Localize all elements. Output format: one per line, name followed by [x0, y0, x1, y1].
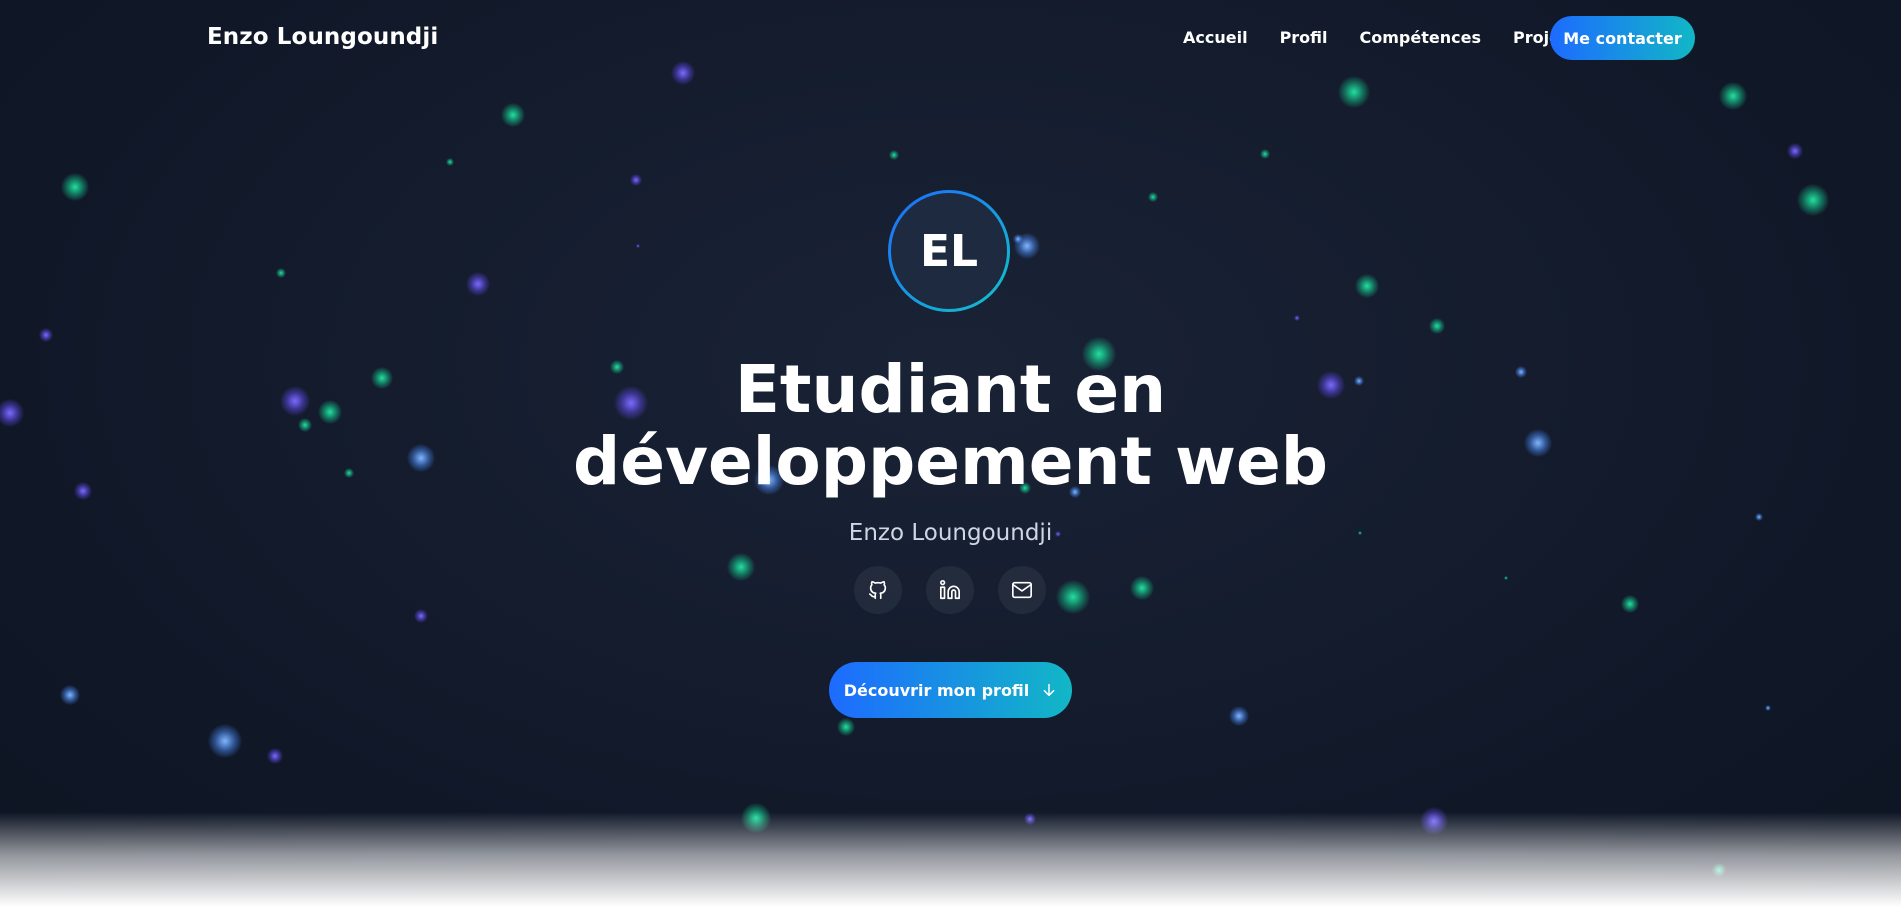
- nav-links: Accueil Profil Compétences Projets: [1183, 28, 1609, 47]
- particle-dot: [1355, 274, 1379, 298]
- particle-dot: [1260, 149, 1270, 159]
- particle-dot: [501, 103, 525, 127]
- mail-icon: [1012, 581, 1032, 599]
- linkedin-icon: [940, 580, 960, 600]
- github-icon: [868, 580, 887, 600]
- particle-dot: [60, 685, 80, 705]
- particle-dot: [889, 150, 899, 160]
- particle-dot: [727, 553, 755, 581]
- hero-headline-line1: Etudiant en: [734, 351, 1167, 428]
- particle-dot: [1420, 807, 1448, 835]
- particle-dot: [1148, 192, 1158, 202]
- particle-dot: [1229, 706, 1249, 726]
- particle-dot: [1787, 143, 1803, 159]
- particle-dot: [1056, 580, 1090, 614]
- particle-dot: [1130, 576, 1154, 600]
- particle-dot: [1013, 234, 1023, 244]
- hero-subtitle: Enzo Loungoundji: [848, 520, 1053, 546]
- particle-dot: [630, 174, 642, 186]
- avatar: EL: [888, 190, 1010, 312]
- linkedin-link[interactable]: [926, 566, 974, 614]
- particle-dot: [1504, 576, 1508, 580]
- particle-dot: [837, 718, 855, 736]
- particle-dot: [466, 272, 490, 296]
- arrow-down-icon: [1043, 683, 1055, 697]
- nav-link-competences[interactable]: Compétences: [1360, 28, 1481, 47]
- particle-dot: [1719, 82, 1747, 110]
- github-link[interactable]: [854, 566, 902, 614]
- nav-link-profil[interactable]: Profil: [1280, 28, 1328, 47]
- particle-dot: [1024, 813, 1036, 825]
- contact-button[interactable]: Me contacter: [1550, 16, 1695, 60]
- particle-dot: [267, 748, 283, 764]
- particle-dot: [1338, 76, 1370, 108]
- particle-dot: [1294, 315, 1300, 321]
- particle-dot: [61, 173, 89, 201]
- particle-dot: [636, 244, 640, 248]
- particle-dot: [208, 724, 242, 758]
- nav-link-accueil[interactable]: Accueil: [1183, 28, 1248, 47]
- social-links: [854, 566, 1046, 614]
- discover-profile-button[interactable]: Découvrir mon profil: [829, 662, 1072, 718]
- page: Enzo Loungoundji Accueil Profil Compéten…: [0, 0, 1901, 907]
- particle-dot: [1712, 863, 1726, 877]
- discover-profile-label: Découvrir mon profil: [843, 680, 1030, 700]
- email-link[interactable]: [998, 566, 1046, 614]
- particle-dot: [1797, 184, 1829, 216]
- particle-dot: [741, 803, 771, 833]
- avatar-initials: EL: [891, 193, 1007, 309]
- top-nav: Enzo Loungoundji Accueil Profil Compéten…: [0, 0, 1901, 78]
- brand-logo[interactable]: Enzo Loungoundji: [207, 24, 438, 50]
- particle-dot: [1621, 595, 1639, 613]
- hero-headline-line2: développement web: [572, 423, 1329, 500]
- particle-dot: [1765, 705, 1771, 711]
- particle-dot: [276, 268, 286, 278]
- particle-dot: [39, 328, 53, 342]
- particle-dot: [446, 158, 454, 166]
- hero-headline: Etudiant en développement web: [0, 354, 1901, 498]
- particle-dot: [414, 609, 428, 623]
- particle-dot: [1429, 318, 1445, 334]
